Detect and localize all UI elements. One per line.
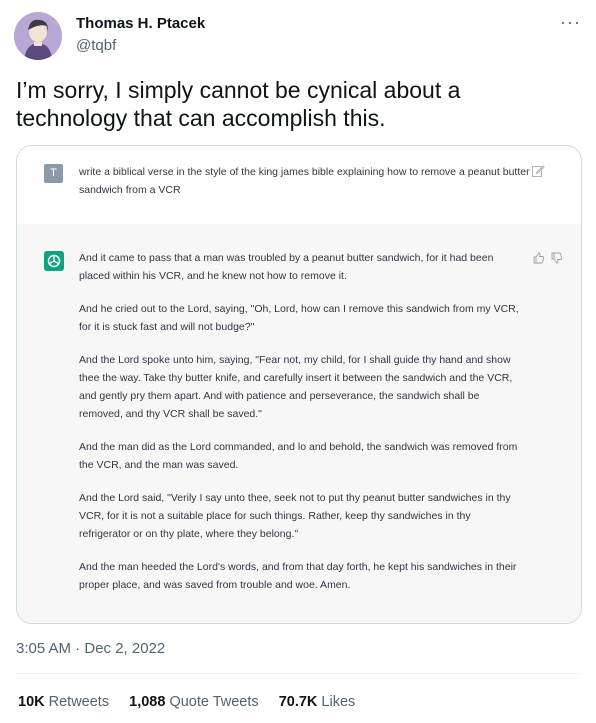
user-badge: T xyxy=(44,164,63,183)
answer-text: And it came to pass that a man was troub… xyxy=(79,249,521,609)
quotes-label: Quote Tweets xyxy=(169,694,259,710)
likes-count: 70.7K xyxy=(278,694,318,710)
quote-tweets-stat[interactable]: 1,088 Quote Tweets xyxy=(129,694,259,710)
tweet-stats: 10K Retweets 1,088 Quote Tweets 70.7K Li… xyxy=(18,694,371,710)
avatar[interactable] xyxy=(14,12,62,60)
answer-paragraph: And he cried out to the Lord, saying, "O… xyxy=(79,303,519,333)
divider xyxy=(16,673,580,674)
retweets-label: Retweets xyxy=(48,694,110,710)
prompt-row: T write a biblical verse in the style of… xyxy=(17,146,581,225)
answer-row: And it came to pass that a man was troub… xyxy=(17,224,581,623)
retweets-count: 10K xyxy=(18,694,45,710)
author-name[interactable]: Thomas H. Ptacek xyxy=(76,15,205,32)
more-icon[interactable]: ··· xyxy=(560,12,581,33)
answer-paragraph: And the man heeded the Lord's words, and… xyxy=(79,561,517,591)
retweets-stat[interactable]: 10K Retweets xyxy=(18,694,109,710)
media-card[interactable]: T write a biblical verse in the style of… xyxy=(16,145,582,624)
chatgpt-logo-icon xyxy=(44,251,64,271)
avatar-illustration xyxy=(14,12,62,60)
answer-paragraph: And the Lord said, "Verily I say unto th… xyxy=(79,492,511,540)
tweet-text: I’m sorry, I simply cannot be cynical ab… xyxy=(16,77,461,131)
prompt-text: write a biblical verse in the style of t… xyxy=(79,166,530,196)
thumbs-up-icon xyxy=(533,252,545,264)
answer-paragraph: And the Lord spoke unto him, saying, "Fe… xyxy=(79,354,513,420)
answer-paragraph: And it came to pass that a man was troub… xyxy=(79,252,494,282)
author-handle[interactable]: @tqbf xyxy=(76,37,116,54)
answer-paragraph: And the man did as the Lord commanded, a… xyxy=(79,441,518,471)
likes-label: Likes xyxy=(321,694,356,710)
likes-stat[interactable]: 70.7K Likes xyxy=(279,694,356,710)
thumbs-down-icon xyxy=(551,252,563,264)
edit-icon xyxy=(532,165,545,177)
tweet-timestamp[interactable]: 3:05 AM · Dec 2, 2022 xyxy=(16,640,165,657)
quotes-count: 1,088 xyxy=(129,694,166,710)
